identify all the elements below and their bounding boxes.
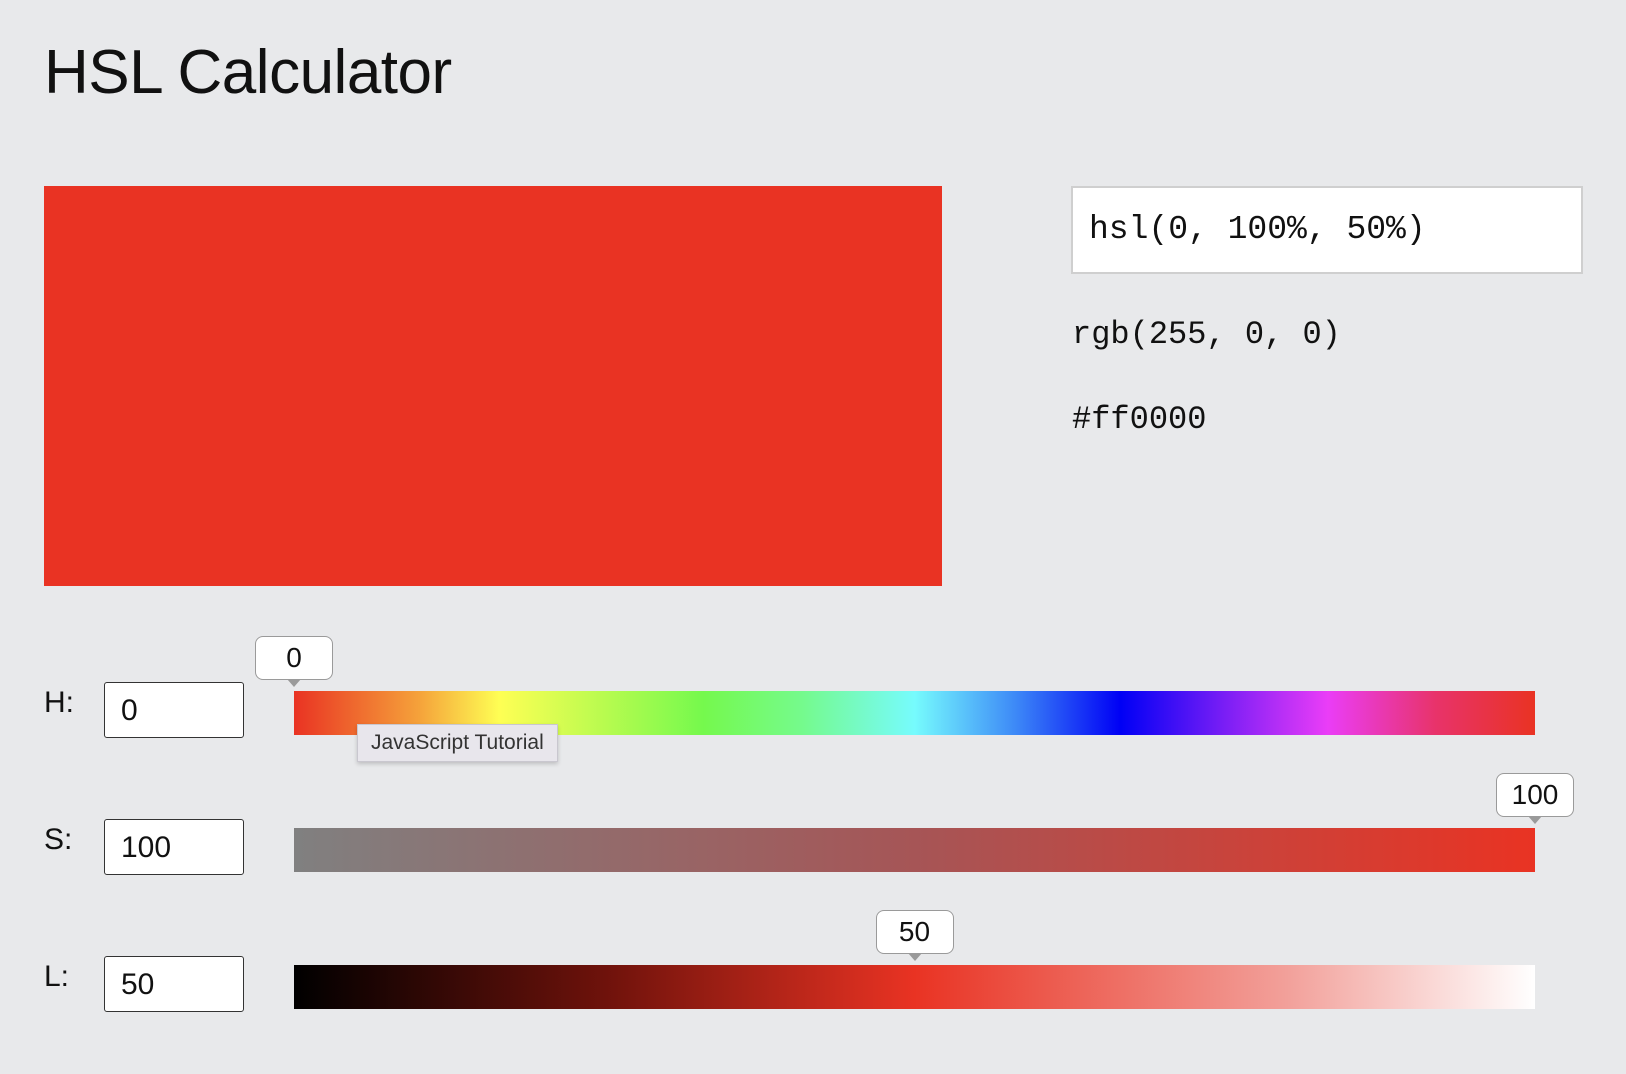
rgb-output: rgb(255, 0, 0) [1072,316,1341,353]
lightness-label: L: [44,960,70,993]
saturation-input[interactable]: 100 [104,819,244,875]
saturation-label: S: [44,823,73,856]
hsl-output-field[interactable]: hsl(0, 100%, 50%) [1071,186,1583,274]
lightness-slider-track[interactable] [294,965,1535,1009]
page-title: HSL Calculator [44,38,452,107]
tooltip: JavaScript Tutorial [357,724,558,762]
lightness-slider-value-tip[interactable]: 50 [875,910,954,961]
lightness-input[interactable]: 50 [104,956,244,1012]
saturation-slider-track[interactable] [294,828,1535,872]
hue-slider-value-tip[interactable]: 0 [255,636,333,687]
hex-output: #ff0000 [1072,401,1207,438]
hue-input[interactable]: 0 [104,682,244,738]
saturation-slider-value-tip[interactable]: 100 [1496,773,1574,824]
color-preview-swatch [44,186,942,586]
hue-label: H: [44,686,74,719]
